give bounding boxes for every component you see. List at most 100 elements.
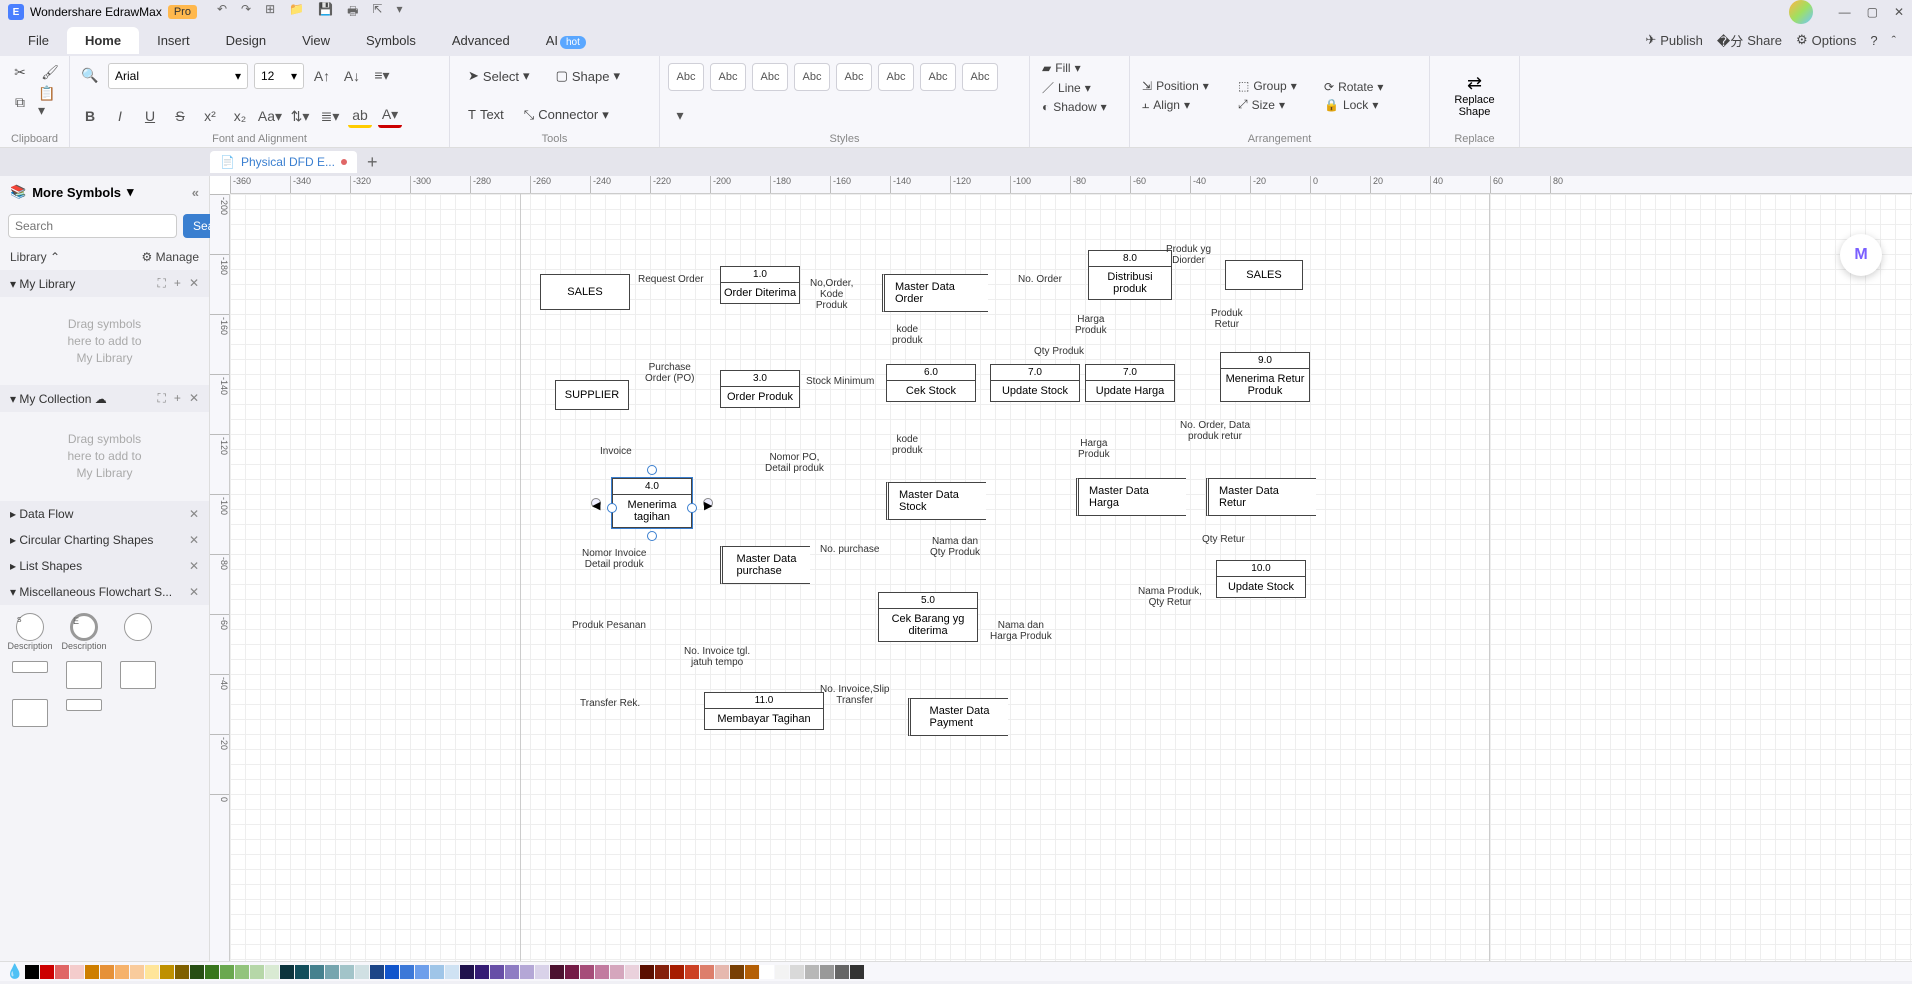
color-swatch[interactable]	[205, 965, 219, 979]
color-swatch[interactable]	[430, 965, 444, 979]
circular-section[interactable]: ▸ Circular Charting Shapes✕	[0, 527, 209, 553]
color-swatch[interactable]	[490, 965, 504, 979]
process-10[interactable]: 10.0Update Stock	[1216, 560, 1306, 598]
style-swatch-1[interactable]: Abc	[668, 63, 704, 91]
color-swatch[interactable]	[775, 965, 789, 979]
color-swatch[interactable]	[505, 965, 519, 979]
qat-more-icon[interactable]: ▾	[396, 2, 402, 23]
my-library-section[interactable]: ▾ My Library ⛶+✕	[0, 270, 209, 297]
color-swatch[interactable]	[535, 965, 549, 979]
color-swatch[interactable]	[715, 965, 729, 979]
select-tool[interactable]: ➤ Select ▾	[458, 64, 540, 88]
color-swatch[interactable]	[835, 965, 849, 979]
color-swatch[interactable]	[250, 965, 264, 979]
store-order[interactable]: Master Data Order	[882, 274, 988, 312]
shape-thumb[interactable]: EDescription	[62, 613, 106, 651]
color-swatch[interactable]	[745, 965, 759, 979]
close-section-icon[interactable]: ✕	[189, 391, 199, 406]
export-icon[interactable]: ⇱	[372, 2, 382, 23]
style-swatch-8[interactable]: Abc	[962, 63, 998, 91]
color-swatch[interactable]	[295, 965, 309, 979]
color-swatch[interactable]	[820, 965, 834, 979]
text-tool[interactable]: T Text	[458, 103, 514, 127]
italic-icon[interactable]: I	[108, 104, 132, 128]
store-retur[interactable]: Master Data Retur	[1206, 478, 1316, 516]
shape-thumb[interactable]	[116, 613, 160, 651]
entity-sales[interactable]: SALES	[540, 274, 630, 310]
document-tab[interactable]: 📄 Physical DFD E...	[210, 151, 357, 173]
process-7b[interactable]: 7.0Update Harga	[1085, 364, 1175, 402]
connector-tool[interactable]: ⤡ Connector ▾	[514, 103, 619, 127]
shape-thumb[interactable]: sDescription	[8, 613, 52, 651]
group-button[interactable]: ⬚ Group ▾	[1234, 78, 1314, 94]
process-6[interactable]: 6.0Cek Stock	[886, 364, 976, 402]
line-spacing-icon[interactable]: ⇅▾	[288, 104, 312, 128]
redo-icon[interactable]: ↷	[241, 2, 251, 23]
case-icon[interactable]: Aa▾	[258, 104, 282, 128]
color-swatch[interactable]	[730, 965, 744, 979]
process-1[interactable]: 1.0Order Diterima	[720, 266, 800, 304]
color-swatch[interactable]	[220, 965, 234, 979]
font-family-select[interactable]: Arial▾	[108, 63, 248, 89]
color-swatch[interactable]	[385, 965, 399, 979]
color-swatch[interactable]	[655, 965, 669, 979]
style-swatch-3[interactable]: Abc	[752, 63, 788, 91]
close-icon[interactable]: ✕	[1894, 5, 1904, 19]
color-swatch[interactable]	[640, 965, 654, 979]
color-swatch[interactable]	[55, 965, 69, 979]
process-11[interactable]: 11.0Membayar Tagihan	[704, 692, 824, 730]
add-tab-button[interactable]: +	[367, 152, 378, 173]
color-swatch[interactable]	[760, 965, 774, 979]
canvas[interactable]: -360-340-320-300-280-260-240-220-200-180…	[210, 176, 1912, 961]
color-swatch[interactable]	[805, 965, 819, 979]
color-swatch[interactable]	[565, 965, 579, 979]
line-button[interactable]: ／ Line ▾	[1038, 78, 1121, 97]
symbol-search-input[interactable]	[8, 214, 177, 238]
color-swatch[interactable]	[610, 965, 624, 979]
my-collection-drop[interactable]: Drag symbols here to add to My Library	[0, 412, 209, 500]
color-swatch[interactable]	[25, 965, 39, 979]
style-swatch-5[interactable]: Abc	[836, 63, 872, 91]
shape-thumb[interactable]	[116, 661, 160, 689]
library-toggle[interactable]: Library ⌃	[10, 250, 60, 264]
manage-link[interactable]: ⚙ Manage	[142, 250, 199, 264]
save-icon[interactable]: 💾	[318, 2, 333, 23]
entity-sales2[interactable]: SALES	[1225, 260, 1303, 290]
store-stock[interactable]: Master Data Stock	[886, 482, 986, 520]
menu-insert[interactable]: Insert	[139, 27, 208, 54]
format-painter-icon[interactable]: 🖌	[38, 60, 62, 84]
menu-design[interactable]: Design	[208, 27, 284, 54]
rotate-button[interactable]: ⟳ Rotate ▾	[1320, 79, 1400, 95]
replace-shape-button[interactable]: ⇄ Replace Shape	[1454, 73, 1494, 118]
decrease-font-icon[interactable]: A↓	[340, 64, 364, 88]
color-swatch[interactable]	[325, 965, 339, 979]
color-swatch[interactable]	[415, 965, 429, 979]
color-swatch[interactable]	[265, 965, 279, 979]
misc-section[interactable]: ▾ Miscellaneous Flowchart S...✕	[0, 579, 209, 605]
menu-ai[interactable]: AIhot	[528, 27, 604, 54]
add-icon[interactable]: +	[174, 276, 181, 291]
color-swatch[interactable]	[280, 965, 294, 979]
shape-thumb[interactable]	[8, 699, 52, 727]
color-swatch[interactable]	[115, 965, 129, 979]
color-swatch[interactable]	[790, 965, 804, 979]
list-section[interactable]: ▸ List Shapes✕	[0, 553, 209, 579]
menu-home[interactable]: Home	[67, 27, 139, 54]
position-button[interactable]: ⇲ Position ▾	[1138, 78, 1228, 94]
print-icon[interactable]: 🖶	[347, 2, 358, 23]
publish-button[interactable]: ✈ Publish	[1645, 32, 1703, 48]
strike-icon[interactable]: S	[168, 104, 192, 128]
menu-file[interactable]: File	[10, 27, 67, 54]
menu-view[interactable]: View	[284, 27, 348, 54]
user-avatar[interactable]	[1789, 0, 1813, 24]
collapse-ribbon-icon[interactable]: ˆ	[1892, 33, 1896, 48]
color-swatch[interactable]	[670, 965, 684, 979]
font-color-icon[interactable]: A▾	[378, 104, 402, 128]
color-swatch[interactable]	[580, 965, 594, 979]
color-swatch[interactable]	[175, 965, 189, 979]
minimize-icon[interactable]: —	[1839, 5, 1851, 19]
share-button[interactable]: �分 Share	[1717, 31, 1782, 50]
copy-icon[interactable]: ⧉	[8, 90, 32, 114]
color-swatch[interactable]	[550, 965, 564, 979]
style-swatch-2[interactable]: Abc	[710, 63, 746, 91]
